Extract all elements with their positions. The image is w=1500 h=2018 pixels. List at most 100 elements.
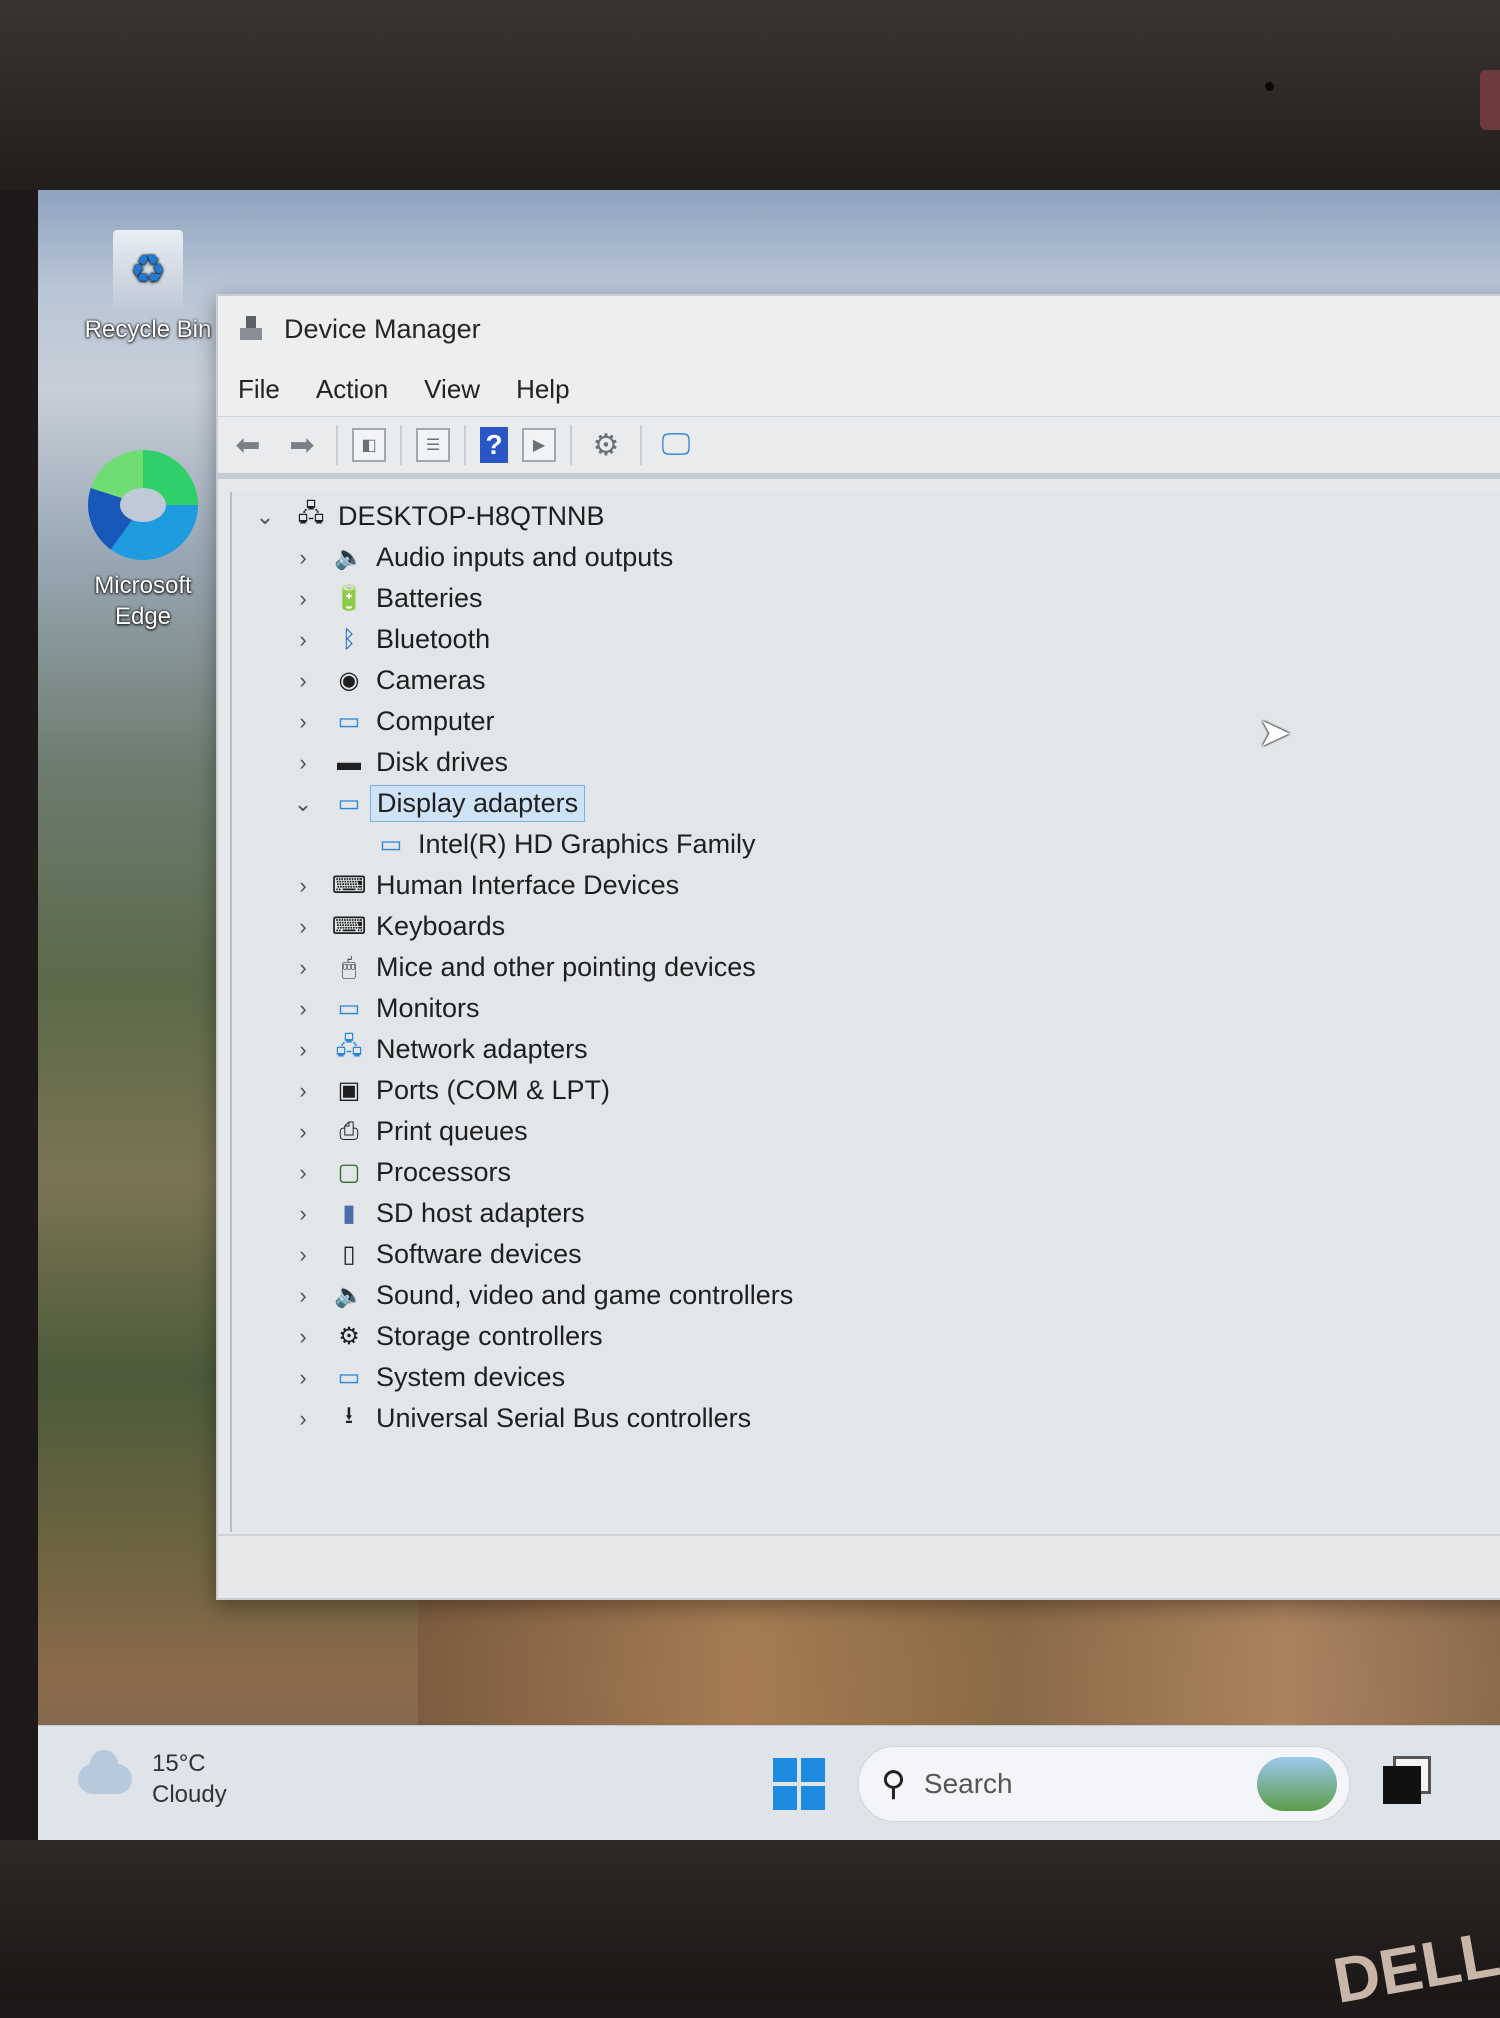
tree-item-software-devices[interactable]: › ▯ Software devices	[232, 1234, 1500, 1275]
tree-root[interactable]: ⌄ 🖧 DESKTOP-H8QTNNB	[232, 496, 1500, 537]
port-icon: ▣	[337, 1077, 361, 1104]
tree-item-intel-graphics[interactable]: ▭ Intel(R) HD Graphics Family	[232, 824, 1500, 865]
menu-bar: File Action View Help	[218, 362, 1500, 416]
tree-item-label: Cameras	[376, 665, 486, 695]
tree-item-label: SD host adapters	[376, 1198, 585, 1228]
tree-item-label: Disk drives	[376, 747, 509, 777]
chevron-right-icon[interactable]: ›	[292, 1365, 314, 1391]
menu-help[interactable]: Help	[516, 374, 569, 405]
chevron-right-icon[interactable]: ›	[292, 1160, 314, 1186]
weather-widget[interactable]: 15°C Cloudy	[78, 1748, 227, 1810]
chevron-right-icon[interactable]: ›	[292, 1037, 314, 1063]
weather-condition: Cloudy	[152, 1781, 227, 1809]
tree-item-label: Processors	[376, 1157, 512, 1187]
title-bar[interactable]: Device Manager	[218, 296, 1500, 362]
tree-item-label: Print queues	[376, 1116, 528, 1146]
tree-item-label: Batteries	[376, 583, 483, 613]
tree-item-print-queues[interactable]: › ⎙ Print queues	[232, 1111, 1500, 1152]
tree-root-label: DESKTOP-H8QTNNB	[338, 501, 605, 531]
chevron-right-icon[interactable]: ›	[292, 1201, 314, 1227]
monitor-icon: ▭	[337, 995, 361, 1022]
tree-item-label: Storage controllers	[376, 1321, 603, 1351]
tree-item-disk-drives[interactable]: › ▬ Disk drives	[232, 742, 1500, 783]
menu-action[interactable]: Action	[316, 374, 388, 405]
tree-item-usb[interactable]: › ⭳ Universal Serial Bus controllers	[232, 1398, 1500, 1439]
tree-item-label: Sound, video and game controllers	[376, 1280, 794, 1310]
tree-item-storage-controllers[interactable]: › ⚙ Storage controllers	[232, 1316, 1500, 1357]
menu-view[interactable]: View	[424, 374, 480, 405]
action-pane-icon[interactable]: ▶	[522, 428, 556, 462]
desktop-icon-edge[interactable]: Microsoft Edge	[78, 450, 208, 632]
chevron-right-icon[interactable]: ›	[292, 1406, 314, 1432]
tree-item-label: Audio inputs and outputs	[376, 542, 674, 572]
task-view-icon[interactable]	[1383, 1766, 1421, 1804]
forward-arrow-icon[interactable]: ➡	[282, 425, 322, 465]
tree-item-label: Computer	[376, 706, 495, 736]
tree-item-cameras[interactable]: › ◉ Cameras	[232, 660, 1500, 701]
speaker-icon: 🔈	[334, 544, 364, 571]
monitor-bezel-top	[0, 0, 1500, 190]
chevron-right-icon[interactable]: ›	[292, 1078, 314, 1104]
status-bar	[218, 1534, 1500, 1598]
chevron-right-icon[interactable]: ›	[292, 709, 314, 735]
tree-item-system-devices[interactable]: › ▭ System devices	[232, 1357, 1500, 1398]
cloud-icon	[78, 1750, 132, 1795]
tree-item-monitors[interactable]: › ▭ Monitors	[232, 988, 1500, 1029]
tree-item-audio[interactable]: › 🔈 Audio inputs and outputs	[232, 537, 1500, 578]
chevron-right-icon[interactable]: ›	[292, 914, 314, 940]
properties-icon[interactable]: ☰	[416, 428, 450, 462]
chevron-right-icon[interactable]: ›	[292, 750, 314, 776]
tree-item-bluetooth[interactable]: › ᛒ Bluetooth	[232, 619, 1500, 660]
chevron-right-icon[interactable]: ›	[292, 1242, 314, 1268]
chevron-right-icon[interactable]: ›	[292, 1119, 314, 1145]
tree-item-sound-video[interactable]: › 🔈 Sound, video and game controllers	[232, 1275, 1500, 1316]
windows-logo-tile	[773, 1786, 797, 1810]
tree-item-mice[interactable]: › 🖱 Mice and other pointing devices	[232, 947, 1500, 988]
tree-item-display-adapters[interactable]: ⌄ ▭ Display adapters	[232, 783, 1500, 824]
tree-item-batteries[interactable]: › 🔋 Batteries	[232, 578, 1500, 619]
tree-item-keyboards[interactable]: › ⌨ Keyboards	[232, 906, 1500, 947]
tree-item-label: Display adapters	[370, 785, 586, 822]
chevron-right-icon[interactable]: ›	[292, 627, 314, 653]
chevron-right-icon[interactable]: ›	[292, 1283, 314, 1309]
chevron-right-icon[interactable]: ›	[292, 996, 314, 1022]
windows-logo-tile	[801, 1786, 825, 1810]
display-adapter-icon: ▭	[379, 831, 403, 858]
taskbar: 15°C Cloudy ⚲ Search	[38, 1725, 1500, 1840]
tree-item-hid[interactable]: › ⌨ Human Interface Devices	[232, 865, 1500, 906]
mouse-cursor-icon: ➤	[1258, 711, 1292, 755]
tree-item-label: Keyboards	[376, 911, 506, 941]
start-button[interactable]	[773, 1758, 825, 1810]
disk-drive-icon: ▬	[337, 748, 361, 776]
desktop-icon-recycle-bin[interactable]: ♻ Recycle Bin	[83, 230, 213, 344]
taskbar-search[interactable]: ⚲ Search	[858, 1746, 1350, 1822]
show-hide-console-tree-icon[interactable]: ◧	[352, 428, 386, 462]
tree-item-label: Software devices	[376, 1239, 582, 1269]
chevron-down-icon[interactable]: ⌄	[254, 504, 276, 530]
system-device-icon: ▭	[337, 1364, 361, 1391]
chevron-right-icon[interactable]: ›	[292, 586, 314, 612]
tree-item-sd-host[interactable]: › ▮ SD host adapters	[232, 1193, 1500, 1234]
camera-icon: ◉	[338, 667, 360, 694]
tree-item-computer[interactable]: › ▭ Computer	[232, 701, 1500, 742]
tree-item-ports[interactable]: › ▣ Ports (COM & LPT)	[232, 1070, 1500, 1111]
chevron-right-icon[interactable]: ›	[292, 873, 314, 899]
chevron-right-icon[interactable]: ›	[292, 545, 314, 571]
toolbar-separator	[400, 425, 402, 465]
tree-item-label: Network adapters	[376, 1034, 588, 1064]
printer-icon: ⎙	[339, 1117, 359, 1145]
chevron-right-icon[interactable]: ›	[292, 668, 314, 694]
back-arrow-icon[interactable]: ⬅	[228, 425, 268, 465]
keyboard-icon: ⌨	[331, 913, 367, 940]
tree-item-processors[interactable]: › ▢ Processors	[232, 1152, 1500, 1193]
chevron-right-icon[interactable]: ›	[292, 955, 314, 981]
processor-icon: ▢	[337, 1159, 361, 1186]
chevron-right-icon[interactable]: ›	[292, 1324, 314, 1350]
scan-hardware-icon[interactable]: 🖵	[656, 425, 696, 465]
update-driver-icon[interactable]: ⚙	[586, 425, 626, 465]
help-icon[interactable]: ?	[480, 427, 508, 463]
tree-item-network-adapters[interactable]: › 🖧 Network adapters	[232, 1029, 1500, 1070]
chevron-down-icon[interactable]: ⌄	[292, 791, 314, 817]
menu-file[interactable]: File	[238, 374, 280, 405]
recycle-bin-icon: ♻	[113, 230, 183, 310]
